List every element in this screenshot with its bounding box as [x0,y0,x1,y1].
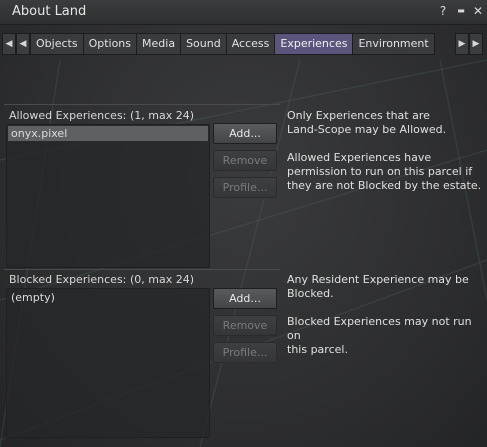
blocked-count: (0, max 24) [130,273,195,286]
tab-scroll-next-icon[interactable]: ▶ [455,33,469,55]
allowed-help-text: Only Experiences that are Land-Scope may… [287,109,482,192]
allowed-divider [4,104,280,105]
about-land-window: About Land ? ▬ ✕ ◀ ◀ Objects Options Media… [0,0,487,447]
minimize-icon[interactable]: ▬ [454,3,468,19]
allowed-remove-button[interactable]: Remove [213,150,277,171]
tab-experiences[interactable]: Experiences [275,33,354,55]
tab-access[interactable]: Access [226,33,276,55]
allowed-profile-button[interactable]: Profile... [213,177,277,198]
blocked-experiences-list[interactable]: (empty) [6,288,210,438]
list-item[interactable]: onyx.pixel [8,126,208,141]
allowed-header: Allowed Experiences: [9,109,127,122]
tab-sound[interactable]: Sound [181,33,227,55]
tab-scroll-last-icon[interactable]: ▶ [469,33,483,55]
list-item: (empty) [11,291,55,304]
allowed-add-button[interactable]: Add... [213,123,277,144]
blocked-divider [4,269,280,270]
window-title: About Land [12,4,87,19]
tab-media[interactable]: Media [137,33,182,55]
blocked-remove-button[interactable]: Remove [213,315,277,336]
help-icon[interactable]: ? [436,3,450,19]
blocked-help-text: Any Resident Experience may be Blocked. … [287,273,472,356]
tab-scroll-prev-icon[interactable]: ◀ [16,33,30,55]
allowed-count: (1, max 24) [130,109,195,122]
tab-scroll-first-icon[interactable]: ◀ [2,33,16,55]
blocked-header: Blocked Experiences: [9,273,127,286]
close-icon[interactable]: ✕ [471,3,485,19]
tab-bar: ◀ ◀ Objects Options Media Sound Access Experi… [0,33,487,55]
tab-environment[interactable]: Environment [353,33,435,55]
tab-options[interactable]: Options [83,33,138,55]
allowed-experiences-list[interactable]: onyx.pixel [6,124,210,268]
tab-list: Objects Options Media Sound Access Experience… [30,33,435,55]
title-bar[interactable]: About Land ? ▬ ✕ [0,0,487,25]
blocked-add-button[interactable]: Add... [213,288,277,309]
tab-objects[interactable]: Objects [30,33,84,55]
blocked-profile-button[interactable]: Profile... [213,342,277,363]
